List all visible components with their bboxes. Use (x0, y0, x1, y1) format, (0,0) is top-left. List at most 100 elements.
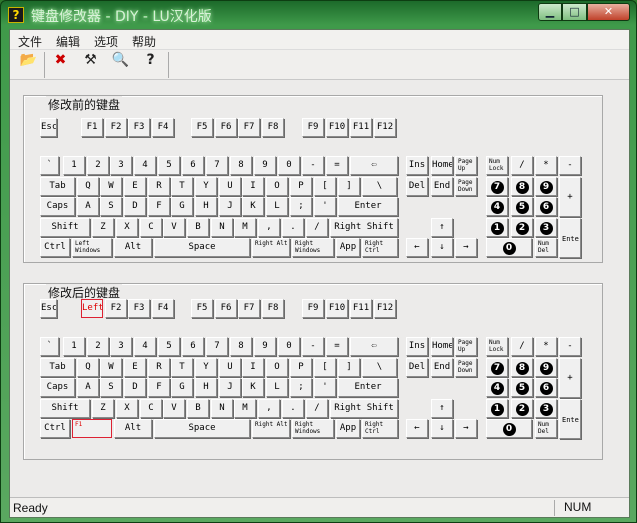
key-s[interactable]: S (100, 197, 122, 216)
key-n[interactable]: N (211, 399, 233, 418)
key-comma[interactable]: , (258, 218, 280, 237)
key-n6[interactable]: 6 (182, 337, 204, 356)
key-up[interactable]: ↑ (431, 218, 453, 237)
key-space[interactable]: Space (154, 238, 250, 257)
key-f1[interactable]: Left (81, 299, 103, 318)
key-f5[interactable]: F5 (191, 299, 213, 318)
key-backspace[interactable]: ⇦ (350, 156, 398, 175)
key-rshift[interactable]: Right Shift (330, 399, 398, 418)
key-rwin[interactable]: Right Windows (292, 419, 334, 438)
key-i[interactable]: I (242, 177, 264, 196)
key-kp0[interactable]: 0 (486, 419, 532, 438)
key-q[interactable]: Q (77, 358, 99, 377)
key-f2[interactable]: F2 (105, 299, 127, 318)
key-x[interactable]: X (116, 218, 138, 237)
key-tab[interactable]: Tab (40, 358, 75, 377)
key-f11[interactable]: F11 (350, 118, 372, 137)
key-backtick[interactable]: ` (40, 337, 59, 356)
key-kp5[interactable]: 5 (511, 197, 533, 216)
key-nummul[interactable]: * (535, 156, 557, 175)
key-esc[interactable]: Esc (40, 118, 57, 137)
key-numdiv[interactable]: / (511, 337, 533, 356)
key-ralt[interactable]: Right Alt (252, 419, 290, 438)
key-k[interactable]: K (242, 197, 264, 216)
key-y[interactable]: Y (195, 177, 217, 196)
key-f5[interactable]: F5 (191, 118, 213, 137)
key-rctrl[interactable]: Right Ctrl (362, 419, 398, 438)
key-n5[interactable]: 5 (158, 337, 180, 356)
key-u[interactable]: U (219, 177, 241, 196)
key-lwin[interactable]: Left Windows (72, 238, 112, 257)
key-home[interactable]: Home (431, 156, 453, 175)
key-capslock[interactable]: Caps (40, 197, 75, 216)
key-backspace[interactable]: ⇦ (350, 337, 398, 356)
key-z[interactable]: Z (92, 399, 114, 418)
key-minus[interactable]: - (302, 156, 324, 175)
key-kp3[interactable]: 3 (535, 399, 557, 418)
key-g[interactable]: G (171, 197, 193, 216)
key-numdiv[interactable]: / (511, 156, 533, 175)
key-n[interactable]: N (211, 218, 233, 237)
key-t[interactable]: T (171, 358, 193, 377)
key-o[interactable]: O (266, 358, 288, 377)
key-f2[interactable]: F2 (105, 118, 127, 137)
key-enter[interactable]: Enter (338, 378, 398, 397)
key-rctrl[interactable]: Right Ctrl (362, 238, 398, 257)
key-o[interactable]: O (266, 177, 288, 196)
key-pgdn[interactable]: Page Down (455, 177, 477, 196)
maximize-button[interactable]: □ (562, 3, 587, 21)
key-del[interactable]: Del (406, 177, 428, 196)
key-f12[interactable]: F12 (374, 299, 396, 318)
key-minus[interactable]: - (302, 337, 324, 356)
key-kp1[interactable]: 1 (486, 399, 508, 418)
key-n9[interactable]: 9 (254, 156, 276, 175)
key-rshift[interactable]: Right Shift (330, 218, 398, 237)
key-period[interactable]: . (282, 399, 304, 418)
key-rbr[interactable]: ] (338, 177, 360, 196)
key-f7[interactable]: F7 (238, 299, 260, 318)
key-kp9[interactable]: 9 (535, 177, 557, 196)
key-enter[interactable]: Enter (338, 197, 398, 216)
key-f10[interactable]: F10 (326, 118, 348, 137)
key-q[interactable]: Q (77, 177, 99, 196)
key-v[interactable]: V (163, 399, 185, 418)
key-numenter[interactable]: Enter (559, 399, 581, 439)
key-z[interactable]: Z (92, 218, 114, 237)
key-esc[interactable]: Esc (40, 299, 57, 318)
key-up[interactable]: ↑ (431, 399, 453, 418)
key-n7[interactable]: 7 (206, 156, 228, 175)
key-kp8[interactable]: 8 (511, 177, 533, 196)
key-x[interactable]: X (116, 399, 138, 418)
key-f8[interactable]: F8 (262, 118, 284, 137)
key-f3[interactable]: F3 (128, 118, 150, 137)
key-s[interactable]: S (100, 378, 122, 397)
key-alt[interactable]: Alt (114, 238, 152, 257)
key-kp8[interactable]: 8 (511, 358, 533, 377)
menu-options[interactable]: 选项 (94, 33, 118, 50)
key-n2[interactable]: 2 (87, 337, 109, 356)
key-bslash[interactable]: \ (362, 177, 397, 196)
key-f3[interactable]: F3 (128, 299, 150, 318)
key-alt[interactable]: Alt (114, 419, 152, 438)
key-m[interactable]: M (234, 399, 256, 418)
key-n6[interactable]: 6 (182, 156, 204, 175)
key-backtick[interactable]: ` (40, 156, 59, 175)
key-end[interactable]: End (431, 358, 453, 377)
key-equal[interactable]: = (326, 156, 348, 175)
key-f4[interactable]: F4 (152, 299, 174, 318)
key-semi[interactable]: ; (290, 197, 312, 216)
key-numenter[interactable]: Enter (559, 218, 581, 258)
preview-icon[interactable]: 🔍 (108, 52, 133, 77)
key-lbr[interactable]: [ (314, 177, 336, 196)
key-numdel[interactable]: Num Del (535, 238, 557, 257)
key-app[interactable]: App (336, 419, 360, 438)
key-f12[interactable]: F12 (374, 118, 396, 137)
key-h[interactable]: H (195, 197, 217, 216)
minimize-button[interactable]: ▁ (538, 3, 562, 21)
key-n1[interactable]: 1 (63, 156, 85, 175)
key-n9[interactable]: 9 (254, 337, 276, 356)
key-shift[interactable]: Shift (40, 218, 90, 237)
key-f9[interactable]: F9 (302, 299, 324, 318)
key-n1[interactable]: 1 (63, 337, 85, 356)
key-b[interactable]: B (187, 399, 209, 418)
